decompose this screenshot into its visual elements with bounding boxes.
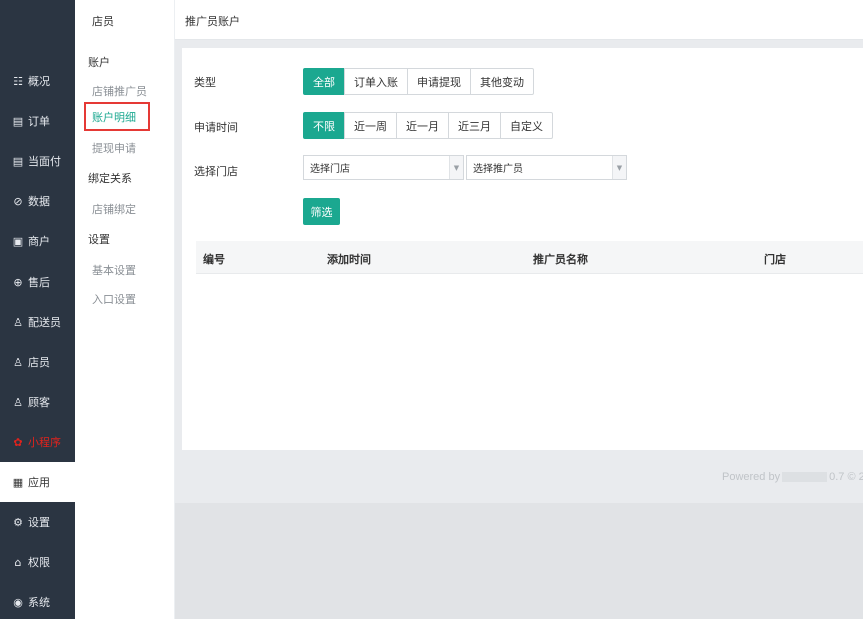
column-header-store: 门店 (764, 253, 786, 266)
store-select[interactable]: 选择门店 ▼ (303, 155, 464, 180)
type-option-order-income[interactable]: 订单入账 (344, 68, 408, 95)
blurred-brand (782, 472, 828, 483)
page-footer: Powered by 0.7 © 2 (175, 461, 863, 503)
customer-icon: ♙ (13, 395, 23, 409)
sidebar-item-apps[interactable]: ▦ 应用 (0, 462, 75, 502)
data-icon: ⊘ (13, 194, 23, 208)
promoter-select[interactable]: 选择推广员 ▼ (466, 155, 627, 180)
time-option-week[interactable]: 近一周 (344, 112, 397, 139)
column-header-id: 编号 (203, 253, 225, 266)
clerk-icon: ♙ (13, 355, 23, 369)
filter-button[interactable]: 筛选 (303, 198, 340, 225)
sidebar-item-customer[interactable]: ♙ 顾客 (0, 382, 75, 422)
secondary-menu: 店员 账户 店铺推广员 账户明细 提现申请 绑定关系 店铺绑定 设置 基本设置 … (75, 0, 175, 619)
sidebar-item-label: 数据 (28, 195, 50, 208)
miniprogram-icon: ✿ (13, 435, 23, 449)
main-sidebar: ☷ 概况 ▤ 订单 ▤ 当面付 ⊘ 数据 ▣ 商户 ⊕ 售后 ♙ 配送员 ♙ 店… (0, 0, 75, 619)
submenu-item-store-binding[interactable]: 店铺绑定 (92, 201, 136, 217)
type-option-withdraw[interactable]: 申请提现 (407, 68, 471, 95)
time-option-three-months[interactable]: 近三月 (448, 112, 501, 139)
sidebar-item-label: 商户 (28, 235, 50, 248)
column-header-added-time: 添加时间 (327, 253, 371, 266)
courier-icon: ♙ (13, 315, 23, 329)
sidebar-item-label: 小程序 (28, 436, 61, 449)
type-option-other[interactable]: 其他变动 (470, 68, 534, 95)
submenu-group-settings: 设置 (88, 233, 110, 246)
merchant-icon: ▣ (12, 234, 24, 248)
sidebar-item-courier[interactable]: ♙ 配送员 (0, 302, 75, 342)
store-filter-label: 选择门店 (194, 165, 238, 178)
system-icon: ◉ (13, 595, 23, 609)
submenu-item-withdraw[interactable]: 提现申请 (92, 140, 136, 156)
bottom-blank-area (175, 503, 863, 619)
sidebar-item-data[interactable]: ⊘ 数据 (0, 181, 75, 221)
sidebar-item-miniprogram[interactable]: ✿ 小程序 (0, 422, 75, 462)
submenu-item-entry-settings[interactable]: 入口设置 (92, 291, 136, 307)
sidebar-item-facepay[interactable]: ▤ 当面付 (0, 141, 75, 181)
submenu-title: 店员 (92, 15, 114, 28)
time-filter-label: 申请时间 (194, 121, 238, 134)
page-title: 推广员账户 (185, 15, 240, 28)
submenu-group-binding: 绑定关系 (88, 172, 132, 185)
table-header: 编号 添加时间 推广员名称 门店 (196, 241, 863, 274)
chevron-down-icon: ▼ (449, 156, 463, 179)
submenu-item-account-detail[interactable]: 账户明细 (84, 102, 150, 131)
sidebar-item-system[interactable]: ◉ 系统 (0, 582, 75, 619)
store-select-value: 选择门店 (310, 164, 350, 175)
sidebar-item-permission[interactable]: ⌂ 权限 (0, 542, 75, 582)
promoter-select-value: 选择推广员 (473, 164, 523, 175)
sidebar-item-order[interactable]: ▤ 订单 (0, 101, 75, 141)
sidebar-item-label: 配送员 (28, 316, 61, 329)
sidebar-item-label: 系统 (28, 596, 50, 609)
apps-icon: ▦ (12, 475, 24, 489)
column-header-promoter-name: 推广员名称 (533, 253, 588, 266)
type-filter-label: 类型 (194, 76, 216, 89)
permission-icon: ⌂ (14, 555, 22, 569)
sidebar-item-settings[interactable]: ⚙ 设置 (0, 502, 75, 542)
sidebar-item-label: 顾客 (28, 396, 50, 409)
settings-icon: ⚙ (13, 515, 23, 529)
sidebar-item-label: 订单 (28, 115, 50, 128)
time-option-unlimited[interactable]: 不限 (303, 112, 345, 139)
aftersale-icon: ⊕ (13, 275, 23, 289)
time-option-custom[interactable]: 自定义 (500, 112, 553, 139)
chevron-down-icon: ▼ (612, 156, 626, 179)
submenu-item-basic-settings[interactable]: 基本设置 (92, 262, 136, 278)
submenu-group-account: 账户 (88, 56, 110, 69)
powered-prefix: Powered by (722, 471, 781, 483)
type-filter-group: 全部 订单入账 申请提现 其他变动 (303, 68, 534, 95)
page-header: 推广员账户 (175, 0, 863, 40)
sidebar-item-merchant[interactable]: ▣ 商户 (0, 221, 75, 261)
powered-by-text: Powered by 0.7 © 2 (722, 471, 863, 483)
sidebar-item-label: 当面付 (28, 155, 61, 168)
time-filter-group: 不限 近一周 近一月 近三月 自定义 (303, 112, 553, 139)
order-icon: ▤ (12, 114, 24, 128)
overview-icon: ☷ (13, 74, 23, 88)
content-panel: 类型 全部 订单入账 申请提现 其他变动 申请时间 不限 近一周 近一月 近三月… (182, 48, 863, 450)
type-option-all[interactable]: 全部 (303, 68, 345, 95)
sidebar-item-label: 权限 (28, 556, 50, 569)
powered-suffix: 0.7 © 2 (829, 471, 863, 483)
sidebar-item-overview[interactable]: ☷ 概况 (0, 61, 75, 101)
time-option-month[interactable]: 近一月 (396, 112, 449, 139)
facepay-icon: ▤ (12, 154, 24, 168)
sidebar-item-label: 店员 (28, 356, 50, 369)
sidebar-item-label: 应用 (28, 476, 50, 489)
sidebar-item-label: 设置 (28, 516, 50, 529)
sidebar-item-clerk[interactable]: ♙ 店员 (0, 342, 75, 382)
submenu-item-store-promoter[interactable]: 店铺推广员 (92, 83, 147, 99)
sidebar-item-label: 售后 (28, 276, 50, 289)
sidebar-item-aftersale[interactable]: ⊕ 售后 (0, 262, 75, 302)
sidebar-item-label: 概况 (28, 75, 50, 88)
